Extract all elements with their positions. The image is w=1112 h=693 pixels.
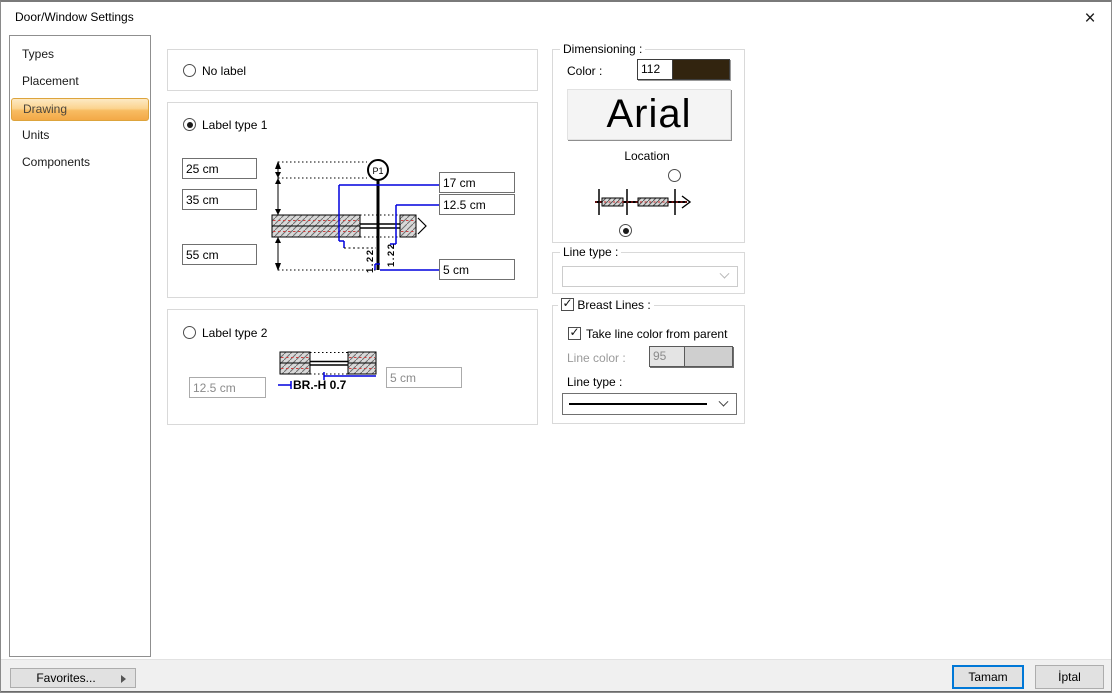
favorites-button[interactable]: Favorites... bbox=[10, 668, 136, 688]
dialog-window: Door/Window Settings × Types Placement D… bbox=[0, 0, 1112, 693]
lt2-field-right[interactable] bbox=[386, 367, 462, 388]
location-above-radio[interactable] bbox=[668, 169, 681, 182]
label-type-2-radio[interactable] bbox=[183, 326, 196, 339]
color-label: Color : bbox=[567, 64, 603, 78]
breast-line-color-field[interactable]: 95 bbox=[649, 346, 733, 367]
label-type-2-drawing: BR.-H 0.7 bbox=[278, 351, 377, 392]
label-type-1-drawing: P1 1.22 1.22 bbox=[271, 159, 439, 274]
label-type-1-text: Label type 1 bbox=[202, 118, 268, 132]
location-drawing bbox=[595, 189, 692, 215]
font-preview-button[interactable]: Arial bbox=[567, 89, 731, 140]
dim-text-right: 1.22 bbox=[386, 243, 397, 268]
breast-line-type-label: Line type : bbox=[567, 375, 623, 389]
breast-height-text: BR.-H 0.7 bbox=[293, 378, 347, 392]
take-line-color-label: Take line color from parent bbox=[586, 327, 728, 341]
location-label: Location bbox=[624, 149, 670, 163]
cancel-button[interactable]: İptal bbox=[1035, 665, 1104, 689]
lt1-field-bottom-offset[interactable] bbox=[182, 244, 257, 265]
dimension-color-field[interactable]: 112 bbox=[637, 59, 730, 80]
p1-marker-label: P1 bbox=[372, 166, 383, 176]
lt1-field-right-2[interactable] bbox=[439, 194, 515, 215]
ok-button[interactable]: Tamam bbox=[952, 665, 1024, 689]
color-swatch[interactable] bbox=[673, 60, 729, 79]
breast-lines-checkbox[interactable] bbox=[561, 296, 574, 311]
label-type-2-text: Label type 2 bbox=[202, 326, 268, 340]
line-color-label: Line color : bbox=[567, 351, 626, 365]
ok-label: Tamam bbox=[968, 670, 1008, 684]
sidebar-item-placement[interactable]: Placement bbox=[10, 69, 150, 96]
sidebar-item-drawing[interactable]: Drawing bbox=[11, 98, 149, 121]
chevron-down-icon bbox=[719, 268, 730, 279]
lt1-field-mid-offset[interactable] bbox=[182, 189, 257, 210]
sidebar-item-units[interactable]: Units bbox=[10, 123, 150, 150]
close-button[interactable]: × bbox=[1073, 4, 1107, 32]
line-color-swatch[interactable] bbox=[685, 347, 732, 366]
line-type-dropdown[interactable] bbox=[562, 266, 738, 287]
footer-bar bbox=[1, 659, 1111, 691]
lt1-field-top-offset[interactable] bbox=[182, 158, 257, 179]
lt1-field-right-1[interactable] bbox=[439, 172, 515, 193]
label-type-1-radio[interactable] bbox=[183, 118, 196, 131]
lt2-field-left[interactable] bbox=[189, 377, 266, 398]
sidebar: Types Placement Drawing Units Components bbox=[9, 35, 151, 657]
solid-line-preview bbox=[569, 403, 707, 405]
location-below-radio[interactable] bbox=[619, 224, 632, 237]
favorites-label: Favorites... bbox=[36, 671, 96, 685]
lt1-field-right-3[interactable] bbox=[439, 259, 515, 280]
page-title: Door/Window Settings bbox=[15, 10, 134, 24]
breast-line-type-dropdown[interactable] bbox=[562, 393, 737, 415]
dimensioning-title: Dimensioning : bbox=[560, 42, 646, 56]
no-label-text: No label bbox=[202, 64, 247, 78]
font-name: Arial bbox=[606, 92, 692, 136]
flyout-arrow-icon bbox=[121, 675, 126, 683]
close-icon: × bbox=[1084, 7, 1096, 29]
breast-lines-header: Breast Lines : bbox=[558, 296, 654, 312]
color-value: 112 bbox=[638, 60, 673, 79]
breast-lines-title: Breast Lines : bbox=[577, 298, 651, 312]
line-type-title: Line type : bbox=[560, 245, 622, 259]
sidebar-item-components[interactable]: Components bbox=[10, 150, 150, 177]
no-label-radio[interactable] bbox=[183, 64, 196, 77]
dim-text-left: 1.22 bbox=[365, 249, 376, 274]
take-line-color-checkbox[interactable] bbox=[568, 325, 581, 340]
chevron-down-icon bbox=[718, 396, 729, 407]
cancel-label: İptal bbox=[1058, 670, 1081, 684]
line-color-value: 95 bbox=[650, 347, 685, 366]
title-bar: Door/Window Settings × bbox=[1, 2, 1111, 34]
sidebar-item-types[interactable]: Types bbox=[10, 42, 150, 69]
